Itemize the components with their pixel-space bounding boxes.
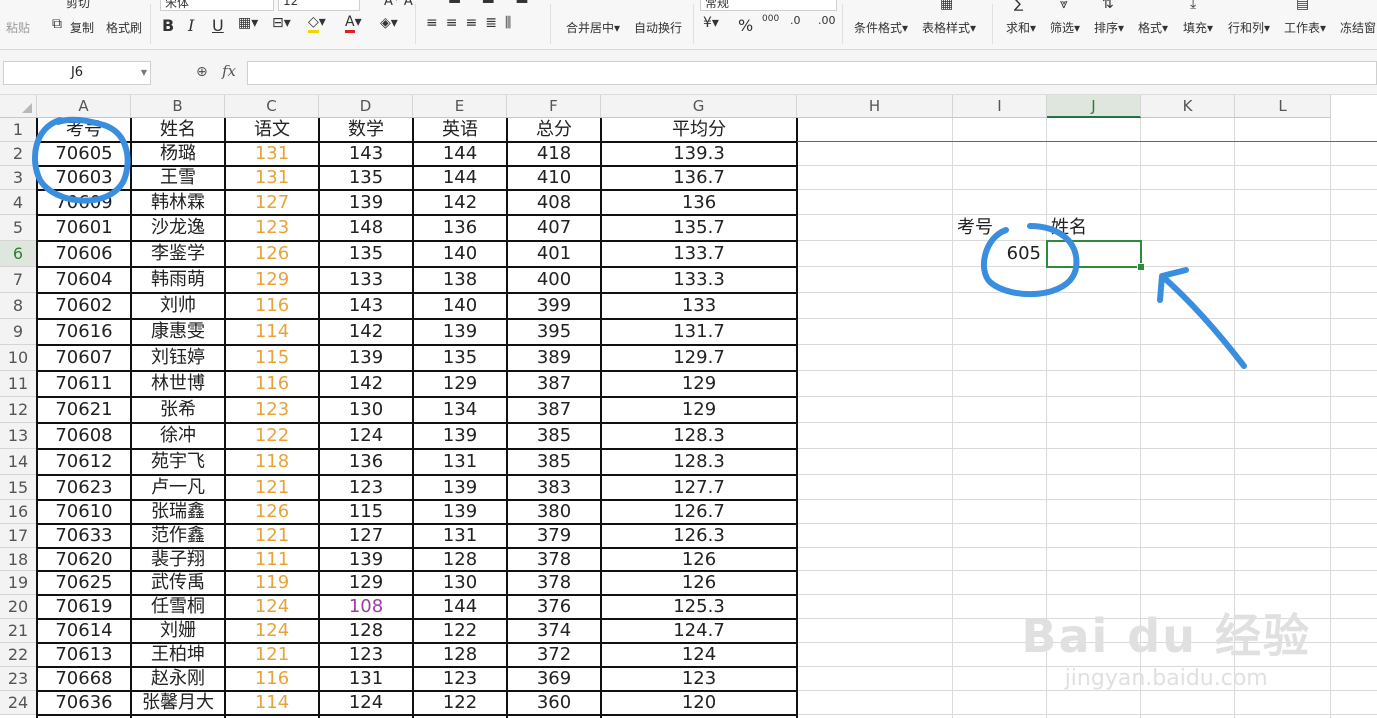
baidu-watermark: Bai du 经验 jingyan.baidu.com bbox=[1021, 600, 1311, 691]
watermark-url: jingyan.baidu.com bbox=[1064, 666, 1268, 691]
watermark-logo: Bai du 经验 bbox=[1021, 609, 1311, 663]
circle-annotation-lookup bbox=[980, 223, 1080, 298]
circle-annotation-id-column bbox=[31, 116, 131, 204]
arrow-annotation bbox=[1157, 267, 1247, 369]
